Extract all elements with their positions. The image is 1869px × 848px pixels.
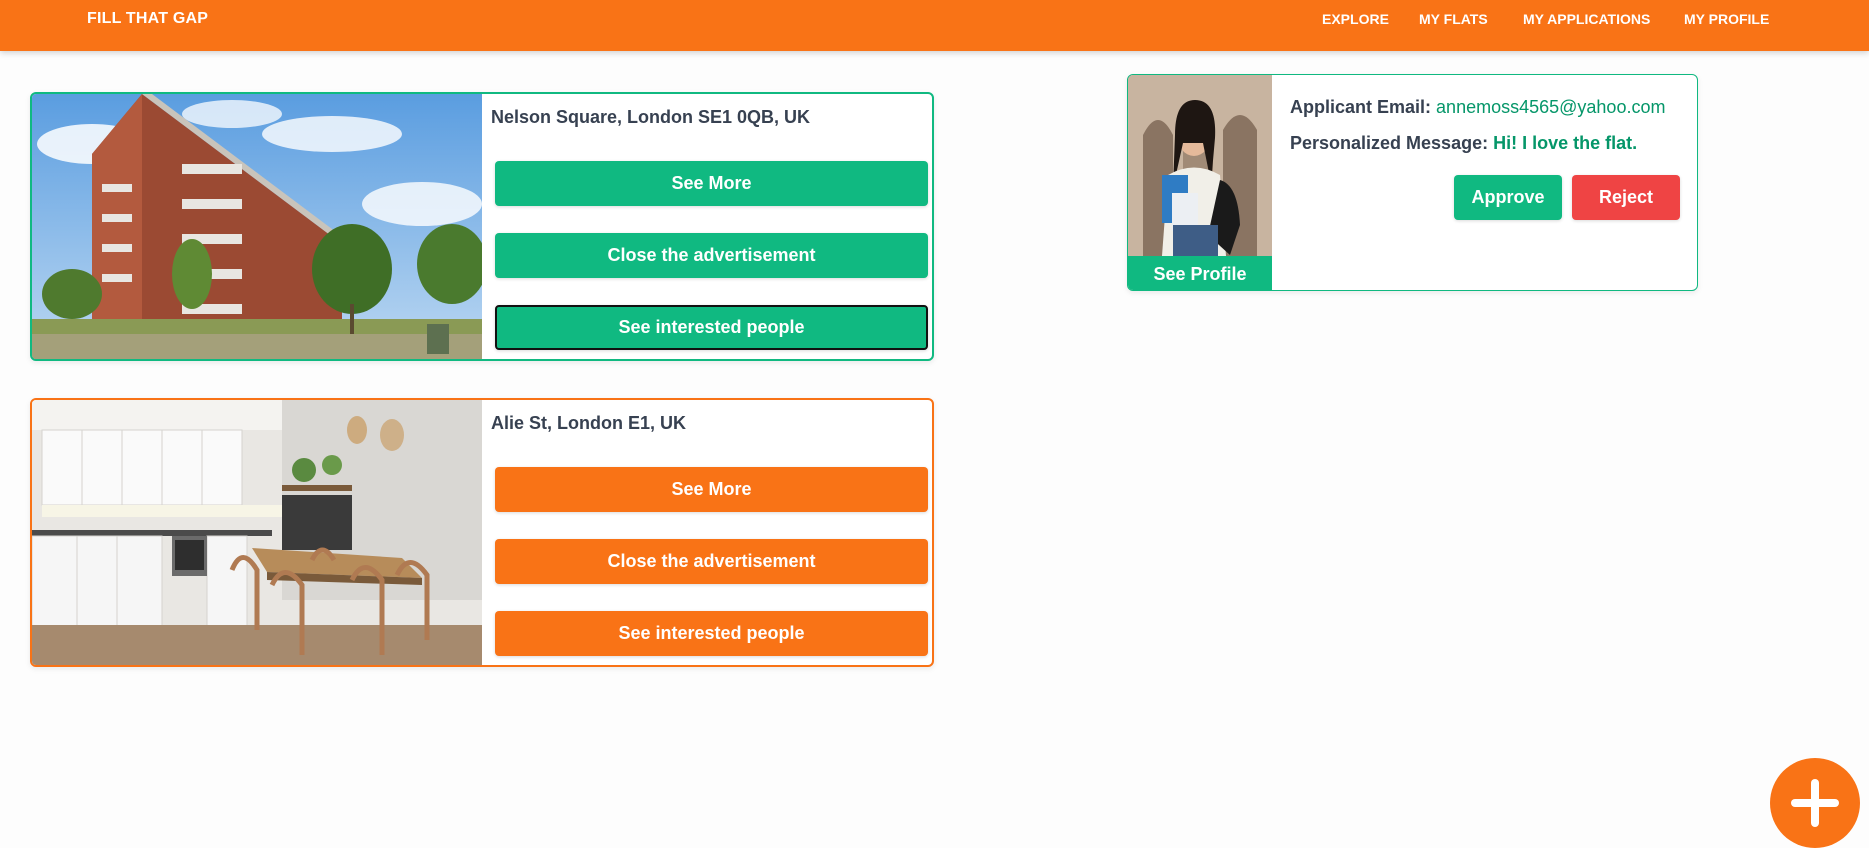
- flat-address: Alie St, London E1, UK: [491, 413, 687, 433]
- reject-button[interactable]: Reject: [1572, 175, 1680, 220]
- see-interested-people-button[interactable]: See interested people: [495, 305, 928, 350]
- personalized-message-label: Personalized Message:: [1290, 133, 1489, 153]
- top-navbar: FILL THAT GAP EXPLORE MY FLATS MY APPLIC…: [0, 0, 1869, 51]
- nav-link-my-applications[interactable]: MY APPLICATIONS: [1523, 11, 1650, 27]
- nav-link-explore[interactable]: EXPLORE: [1322, 11, 1389, 27]
- flat-address: Nelson Square, London SE1 0QB, UK: [491, 107, 811, 127]
- nav-link-my-profile[interactable]: MY PROFILE: [1684, 11, 1769, 27]
- add-flat-button[interactable]: [1770, 758, 1860, 848]
- flat-card: Alie St, London E1, UK See More Close th…: [30, 398, 934, 667]
- applicant-email-label: Applicant Email:: [1290, 97, 1432, 117]
- kitchen-interior-photo: [32, 400, 482, 665]
- plus-icon: [1791, 779, 1839, 827]
- see-more-button[interactable]: See More: [495, 161, 928, 206]
- approve-button[interactable]: Approve: [1454, 175, 1562, 220]
- close-advertisement-button[interactable]: Close the advertisement: [495, 539, 928, 584]
- flat-card: Nelson Square, London SE1 0QB, UK See Mo…: [30, 92, 934, 361]
- see-profile-button[interactable]: See Profile: [1128, 256, 1272, 290]
- nav-links: EXPLORE MY FLATS MY APPLICATIONS MY PROF…: [0, 11, 1869, 31]
- see-interested-people-button[interactable]: See interested people: [495, 611, 928, 656]
- nav-link-my-flats[interactable]: MY FLATS: [1419, 11, 1488, 27]
- applicant-email-value: annemoss4565@yahoo.com: [1436, 97, 1666, 117]
- applicant-photo: [1128, 75, 1272, 256]
- applicant-message-line: Personalized Message: Hi! I love the fla…: [1290, 133, 1637, 154]
- apartment-building-photo: [32, 94, 482, 359]
- personalized-message-value: Hi! I love the flat.: [1493, 133, 1638, 153]
- close-advertisement-button[interactable]: Close the advertisement: [495, 233, 928, 278]
- applicant-email-line: Applicant Email: annemoss4565@yahoo.com: [1290, 97, 1665, 118]
- applicant-card: See Profile Applicant Email: annemoss456…: [1127, 74, 1698, 291]
- see-more-button[interactable]: See More: [495, 467, 928, 512]
